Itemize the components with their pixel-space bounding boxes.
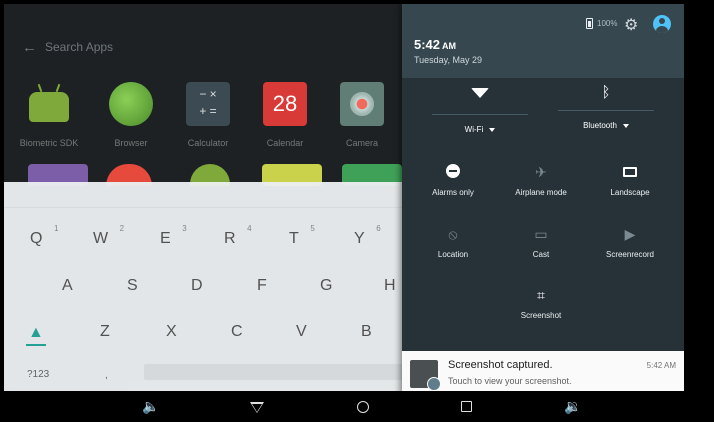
- key-s[interactable]: S: [127, 277, 138, 295]
- app-label: Biometric SDK: [19, 138, 79, 148]
- search-apps-placeholder: Search Apps: [45, 40, 114, 54]
- chevron-down-icon: [622, 123, 629, 128]
- user-avatar-icon[interactable]: [653, 15, 671, 33]
- tile-label: Landscape: [610, 188, 650, 197]
- android-icon: [29, 92, 69, 122]
- recents-square-icon: [461, 401, 472, 412]
- notification-shade: 100% ⚙ 5:42 AM Tuesday, May 29 Wi-Fi ᛒ Bl…: [402, 4, 684, 391]
- notification-subtitle: Touch to view your screenshot.: [448, 376, 572, 386]
- screenshot-thumbnail-icon: [410, 360, 441, 391]
- calculator-icon: [186, 82, 230, 126]
- shade-header: 100% ⚙ 5:42 AM Tuesday, May 29: [402, 4, 684, 78]
- shift-key-icon[interactable]: ▲: [26, 324, 46, 346]
- key-z[interactable]: Z: [100, 323, 110, 341]
- home-circle-icon: [357, 401, 369, 413]
- clock-time: 5:42 AM: [414, 37, 457, 52]
- bluetooth-icon: ᛒ: [601, 84, 611, 101]
- tile-label: Alarms only: [432, 188, 474, 197]
- back-arrow-icon[interactable]: ←: [22, 39, 37, 56]
- key-c[interactable]: C: [231, 323, 243, 341]
- globe-icon: [109, 82, 153, 126]
- battery-icon: [586, 18, 593, 29]
- key-g[interactable]: G: [320, 277, 332, 295]
- battery-indicator: 100%: [586, 18, 617, 29]
- recents-button[interactable]: [461, 401, 472, 412]
- wifi-icon: [420, 88, 540, 110]
- app-biometric-sdk[interactable]: Biometric SDK: [4, 82, 94, 148]
- volume-down-icon[interactable]: 🔈: [142, 398, 159, 415]
- screen-rotation-icon: [585, 164, 675, 182]
- tile-cast[interactable]: ▭ Cast: [496, 226, 586, 259]
- app-camera[interactable]: Camera: [317, 82, 407, 148]
- tile-label: Cast: [532, 250, 550, 259]
- android-screen: ← Search Apps Biometric SDK Browser Calc…: [4, 4, 684, 391]
- key-r[interactable]: R4: [224, 224, 252, 248]
- key-q[interactable]: Q1: [30, 224, 58, 248]
- key-x[interactable]: X: [166, 323, 177, 341]
- tile-label: Location: [437, 250, 469, 259]
- screenshot-notification[interactable]: Screenshot captured. Touch to view your …: [402, 351, 684, 391]
- cast-icon: ▭: [534, 226, 548, 242]
- key-d[interactable]: D: [191, 277, 203, 295]
- tile-bluetooth-label[interactable]: Bluetooth: [546, 121, 666, 130]
- key-y[interactable]: Y6: [354, 224, 381, 248]
- tile-label: Screenshot: [520, 311, 562, 320]
- location-off-icon: ⦸: [448, 226, 458, 242]
- crop-icon: ⌗: [537, 287, 545, 303]
- tile-airplane-mode[interactable]: ✈ Airplane mode: [496, 164, 586, 197]
- tile-bluetooth[interactable]: ᛒ Bluetooth: [546, 84, 666, 130]
- tile-label: Screenrecord: [605, 250, 655, 259]
- battery-percent: 100%: [597, 19, 618, 28]
- video-camera-icon: ▶: [624, 226, 636, 242]
- notification-title: Screenshot captured.: [448, 359, 553, 371]
- tile-wifi[interactable]: Wi-Fi: [420, 84, 540, 134]
- key-a[interactable]: A: [62, 277, 73, 295]
- camera-icon: [340, 82, 384, 126]
- key-v[interactable]: V: [296, 323, 307, 341]
- key-e[interactable]: E3: [160, 224, 187, 248]
- settings-gear-icon[interactable]: ⚙: [624, 15, 638, 35]
- calendar-icon: 28: [263, 82, 307, 126]
- tile-alarms-only[interactable]: Alarms only: [408, 164, 498, 197]
- search-apps-bar[interactable]: ← Search Apps: [22, 36, 113, 58]
- key-w[interactable]: W2: [93, 224, 124, 248]
- tile-screenrecord[interactable]: ▶ Screenrecord: [585, 226, 675, 259]
- space-key[interactable]: [144, 364, 414, 380]
- airplane-icon: ✈: [535, 164, 547, 180]
- chevron-down-icon: [489, 127, 496, 132]
- volume-up-icon[interactable]: 🔉: [564, 398, 581, 415]
- app-label: Camera: [345, 138, 378, 148]
- comma-key[interactable]: ,: [105, 370, 108, 381]
- tile-screenshot[interactable]: ⌗ Screenshot: [496, 287, 586, 320]
- do-not-disturb-icon: [408, 164, 498, 182]
- notification-time: 5:42 AM: [646, 361, 676, 370]
- back-button[interactable]: [250, 402, 264, 413]
- key-b[interactable]: B: [361, 323, 372, 341]
- tile-wifi-label[interactable]: Wi-Fi: [420, 125, 540, 134]
- tile-location[interactable]: ⦸ Location: [408, 226, 498, 259]
- navigation-bar: 🔈 🔉: [0, 391, 714, 422]
- key-f[interactable]: F: [257, 277, 267, 295]
- symbols-key[interactable]: ?123: [27, 369, 49, 380]
- key-h[interactable]: H: [384, 277, 396, 295]
- home-button[interactable]: [357, 401, 369, 413]
- tile-landscape[interactable]: Landscape: [585, 164, 675, 197]
- key-t[interactable]: T5: [289, 224, 315, 248]
- clock-date: Tuesday, May 29: [414, 55, 483, 65]
- tile-label: Airplane mode: [515, 188, 567, 197]
- back-triangle-icon: [250, 402, 264, 413]
